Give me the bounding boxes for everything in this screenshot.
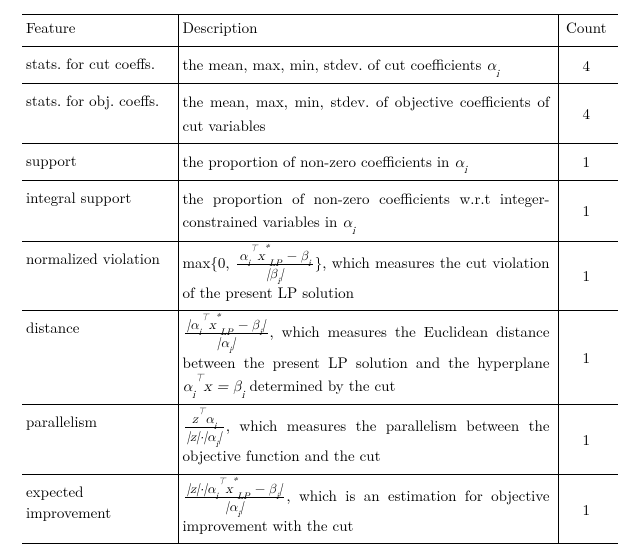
alpha-i-symbol: αi	[454, 155, 467, 170]
alpha-i-symbol: αi	[342, 215, 355, 230]
desc-text: the proportion of non-zero coefficients …	[183, 188, 550, 232]
feature-cell: support	[22, 143, 178, 180]
table-header-row: Feature Description Count	[22, 15, 618, 47]
feature-cell: distance	[22, 311, 178, 405]
header-count: Count	[558, 15, 618, 47]
features-table: Feature Description Count stats. for cut…	[22, 14, 618, 544]
desc-text: max{0,	[183, 251, 236, 272]
desc-text: the proportion of non-zero coefficients …	[183, 151, 455, 172]
description-cell: z⊤αi |z|·|αi| , which measures the paral…	[178, 405, 558, 475]
description-cell: the mean, max, min, stdev. of cut coeffi…	[178, 47, 558, 84]
table-row: parallelism z⊤αi |z|·|αi| , which measur…	[22, 405, 618, 475]
table-row: integral support the proportion of non-z…	[22, 181, 618, 242]
desc-text: , which measures the parallelism between…	[183, 415, 550, 466]
header-description: Description	[178, 15, 558, 47]
count-cell: 1	[558, 241, 618, 311]
feature-cell: stats. for cut coeffs.	[22, 47, 178, 84]
feature-cell: integral support	[22, 181, 178, 242]
parallelism-fraction: z⊤αi |z|·|αi|	[185, 411, 224, 444]
hyperplane-eq: αi⊤x = βi	[183, 379, 245, 394]
desc-text: determined by the cut	[244, 375, 395, 396]
table-row: expected improvement |z|·|αi⊤x*LP − βi| …	[22, 474, 618, 544]
description-cell: the proportion of non-zero coefficients …	[178, 143, 558, 180]
description-cell: the mean, max, min, stdev. of objective …	[178, 84, 558, 144]
count-cell: 4	[558, 47, 618, 84]
count-cell: 1	[558, 474, 618, 544]
feature-cell: parallelism	[22, 405, 178, 475]
count-cell: 1	[558, 311, 618, 405]
violation-fraction: αi⊤x*LP − βi |βi|	[237, 248, 313, 281]
description-cell: max{0, αi⊤x*LP − βi |βi| }, which measur…	[178, 241, 558, 311]
table-row: normalized violation max{0, αi⊤x*LP − βi…	[22, 241, 618, 311]
expected-improvement-fraction: |z|·|αi⊤x*LP − βi| |αi|	[185, 481, 285, 514]
count-cell: 1	[558, 181, 618, 242]
feature-cell: normalized violation	[22, 241, 178, 311]
description-cell: the proportion of non-zero coefficients …	[178, 181, 558, 242]
table-row: stats. for cut coeffs. the mean, max, mi…	[22, 47, 618, 84]
description-cell: |z|·|αi⊤x*LP − βi| |αi| , which is an es…	[178, 474, 558, 544]
feature-cell: expected improvement	[22, 474, 178, 544]
desc-text: the mean, max, min, stdev. of cut coeffi…	[183, 54, 487, 75]
table-row: stats. for obj. coeffs. the mean, max, m…	[22, 84, 618, 144]
count-cell: 4	[558, 84, 618, 144]
table-row: distance |αi⊤x*LP − βi| |αi| , which mea…	[22, 311, 618, 405]
feature-cell: stats. for obj. coeffs.	[22, 84, 178, 144]
distance-fraction: |αi⊤x*LP − βi| |αi|	[185, 317, 268, 350]
description-cell: |αi⊤x*LP − βi| |αi| , which measures the…	[178, 311, 558, 405]
header-feature: Feature	[22, 15, 178, 47]
count-cell: 1	[558, 405, 618, 475]
alpha-i-symbol: αi	[486, 58, 499, 73]
table-row: support the proportion of non-zero coeff…	[22, 143, 618, 180]
count-cell: 1	[558, 143, 618, 180]
desc-text: the mean, max, min, stdev. of objective …	[183, 91, 550, 135]
